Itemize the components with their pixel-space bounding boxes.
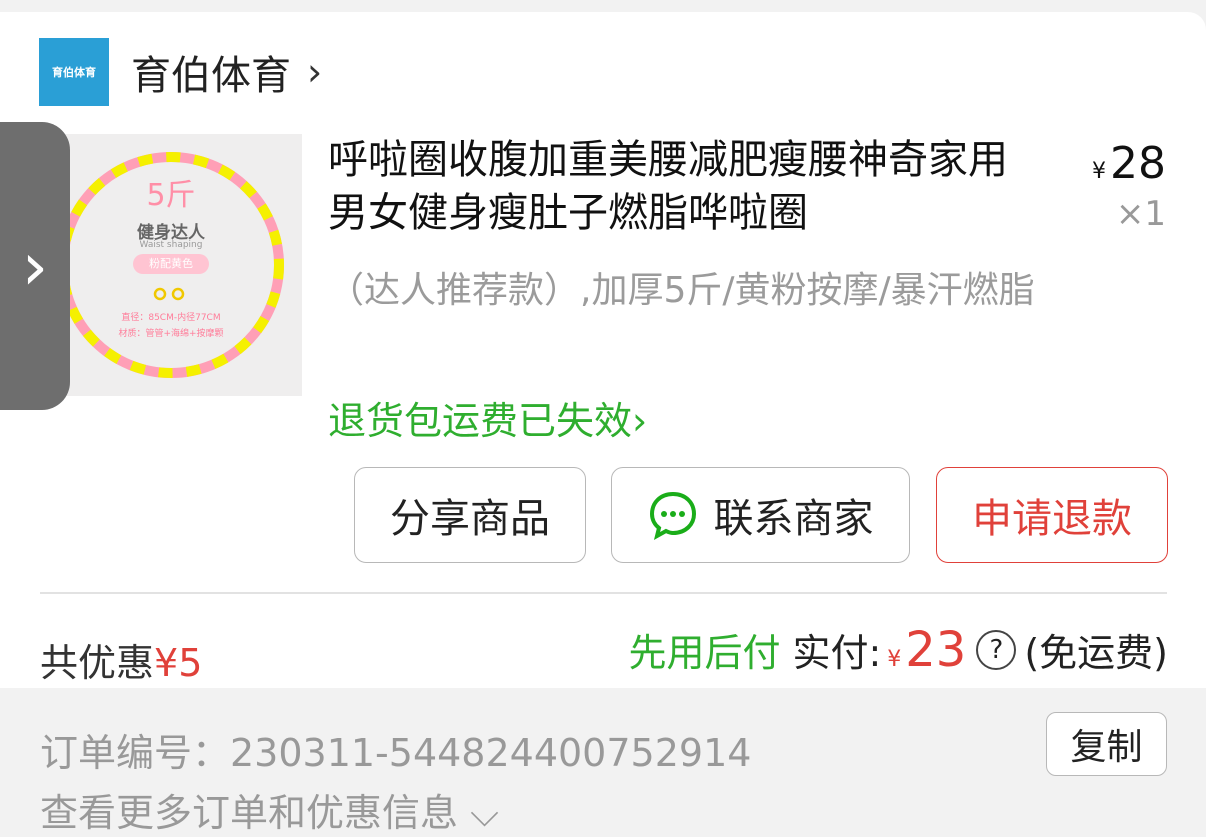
price-value: 28 [1110, 138, 1166, 189]
order-number: 订单编号：230311-544824400752914 [40, 731, 752, 775]
paid-label: 实付: [792, 631, 882, 675]
contact-button-label: 联系商家 [713, 496, 874, 542]
bnpl-label[interactable]: 先用后付 [628, 622, 780, 677]
image-weight-text: 5斤 [146, 178, 196, 213]
product-price: ¥28 [1092, 138, 1166, 189]
order-card: 育伯体育 育伯体育 › 5斤 健身达人 Waist shaping 粉配黄色 直… [0, 12, 1206, 688]
copy-button-label: 复制 [1070, 727, 1143, 768]
discount-value: ¥5 [154, 641, 203, 685]
product-quantity: ×1 [1115, 194, 1166, 234]
paid-amount: 23 [905, 622, 967, 678]
chevron-right-icon: › [21, 227, 49, 305]
apply-refund-button[interactable]: 申请退款 [936, 467, 1168, 563]
shop-logo: 育伯体育 [39, 38, 109, 106]
side-expand-tab[interactable]: › [0, 122, 70, 410]
image-color-pill: 粉配黄色 [133, 254, 209, 274]
payment-summary: 先用后付 实付: ¥ 23 ? (免运费) [628, 622, 1168, 678]
product-spec: （达人推荐款）,加厚5斤/黄粉按摩/暴汗燃脂 [328, 270, 1035, 311]
image-spec-line: 材质：管管+海绵+按摩颗 [118, 329, 224, 339]
image-sub-text: Waist shaping [139, 240, 203, 250]
product-image[interactable]: 5斤 健身达人 Waist shaping 粉配黄色 直径：85CM-内径77C… [40, 134, 302, 396]
share-button-label: 分享商品 [390, 496, 550, 542]
discount-label: 共优惠 [40, 641, 155, 685]
shop-header[interactable]: 育伯体育 育伯体育 › [39, 38, 322, 106]
price-symbol: ¥ [1092, 159, 1106, 184]
divider [40, 592, 1167, 594]
paid-symbol: ¥ [887, 647, 902, 672]
shop-name[interactable]: 育伯体育 [131, 43, 291, 101]
discount-summary: 共优惠¥5 [40, 632, 202, 687]
chevron-right-icon[interactable]: › [307, 50, 322, 94]
shipping-note: (免运费) [1024, 631, 1168, 675]
return-shipping-link[interactable]: 退货包运费已失效› [328, 390, 647, 445]
image-spec-line: 直径：85CM-内径77CM [121, 313, 221, 323]
help-icon[interactable]: ? [976, 630, 1017, 670]
chat-bubble-icon [649, 491, 696, 540]
share-product-button[interactable]: 分享商品 [354, 467, 586, 563]
copy-button[interactable]: 复制 [1046, 712, 1167, 776]
contact-merchant-button[interactable]: 联系商家 [611, 467, 910, 563]
refund-button-label: 申请退款 [972, 496, 1132, 542]
more-order-info-link[interactable]: 查看更多订单和优惠信息 ⌵ [40, 782, 499, 837]
product-title[interactable]: 呼啦圈收腹加重美腰减肥瘦腰神奇家用男女健身瘦肚子燃脂哗啦圈 [328, 134, 1028, 240]
